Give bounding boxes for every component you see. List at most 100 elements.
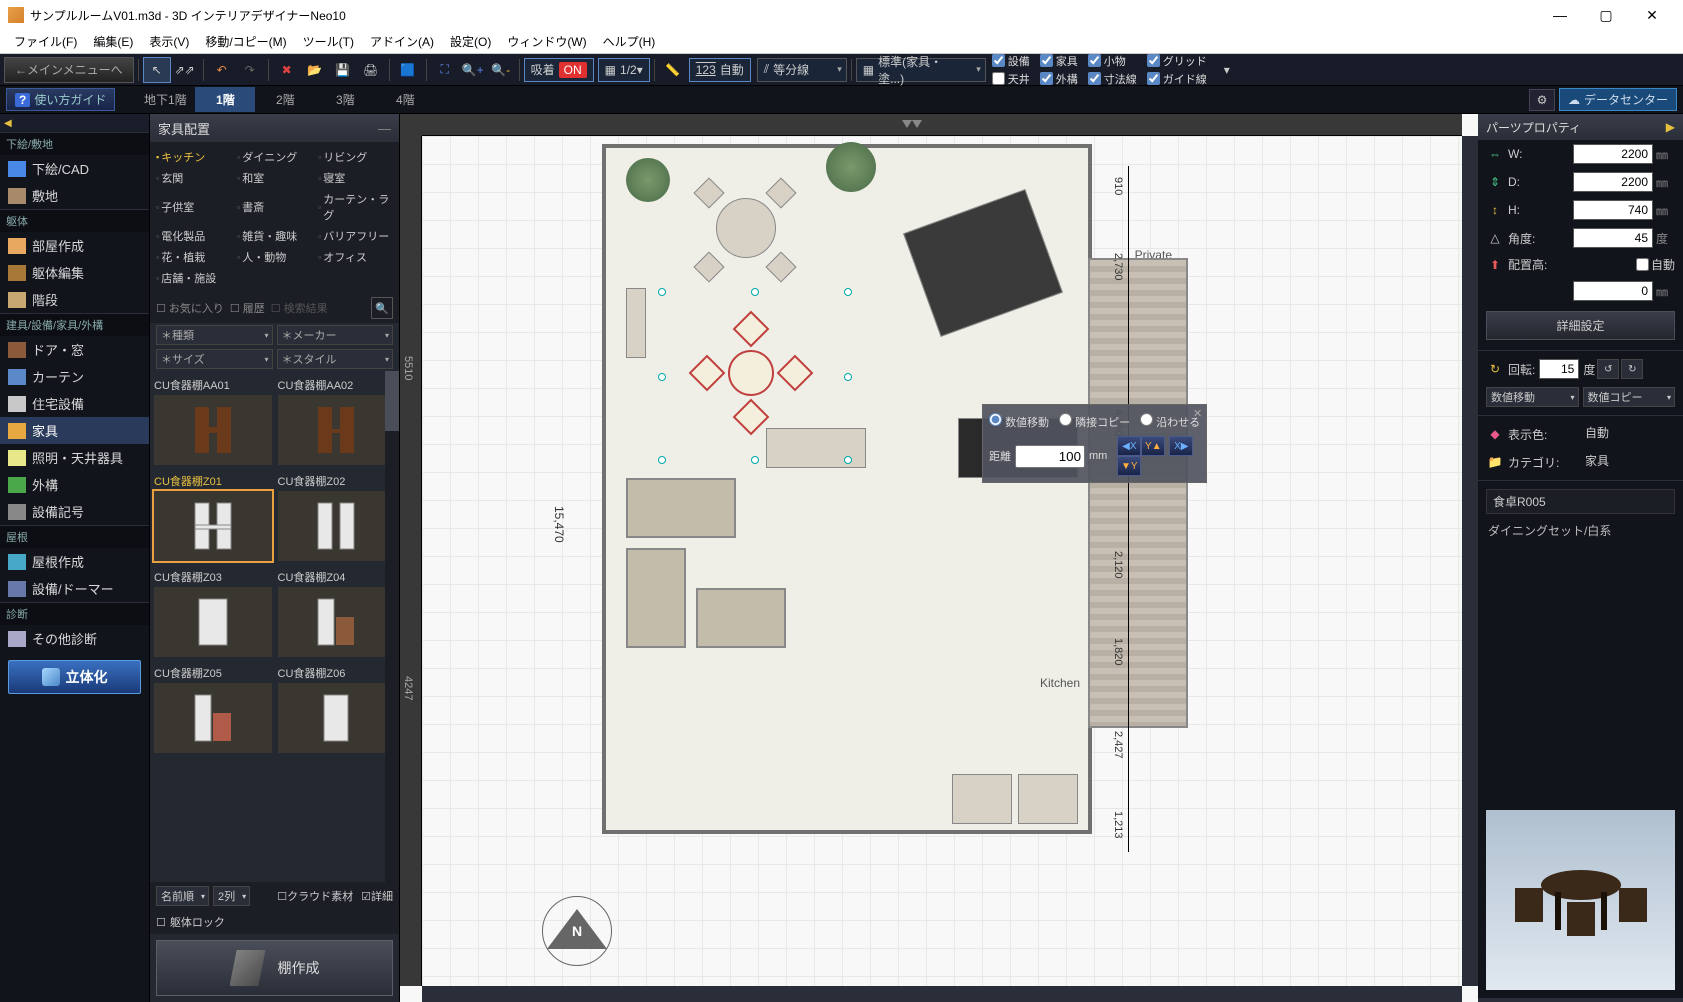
chk-grid[interactable]: グリッド	[1147, 53, 1207, 69]
nav-item-stairs[interactable]: 階段	[0, 286, 149, 313]
prop-angle-input[interactable]	[1573, 228, 1653, 248]
nav-item-dormer[interactable]: 設備/ドーマー	[0, 575, 149, 602]
usage-guide-button[interactable]: ?使い方ガイド	[6, 88, 115, 111]
chk-equipment[interactable]: 設備	[992, 53, 1030, 69]
open-button[interactable]: 📂	[301, 57, 329, 83]
sofa[interactable]	[626, 478, 736, 538]
subcat-entrance[interactable]: 玄関	[154, 169, 233, 187]
part-3d-preview[interactable]	[1486, 810, 1675, 990]
grid-fraction-selector[interactable]: ▦ 1/2 ▾	[598, 58, 650, 82]
select-tool-button[interactable]: ↖	[143, 57, 171, 83]
canvas-scrollbar-horizontal[interactable]	[422, 986, 1462, 1002]
selected-dining-set[interactable]	[696, 318, 806, 428]
detail-settings-button[interactable]: 詳細設定	[1486, 311, 1675, 340]
category-dropdown[interactable]: 家具	[1585, 452, 1675, 472]
subcat-childroom[interactable]: 子供室	[154, 190, 233, 224]
chair[interactable]	[693, 251, 724, 282]
subcat-plants[interactable]: 花・植栽	[154, 248, 233, 266]
subcat-kitchen[interactable]: キッチン	[154, 148, 233, 166]
subcat-hobby[interactable]: 雑貨・趣味	[235, 227, 314, 245]
floor-tab-b1[interactable]: 地下1階	[135, 87, 195, 112]
window-close-button[interactable]: ✕	[1629, 0, 1675, 30]
popup-opt-align[interactable]: 沿わせる	[1140, 413, 1200, 430]
catalog-item[interactable]: CU食器棚AA02	[278, 375, 396, 465]
shelf-unit[interactable]	[626, 288, 646, 358]
floor-tab-4f[interactable]: 4階	[375, 87, 435, 112]
nav-item-structure-edit[interactable]: 躯体編集	[0, 259, 149, 286]
subcat-people[interactable]: 人・動物	[235, 248, 314, 266]
floor-plan[interactable]: Private Kitchen W.C. W.C.	[602, 144, 1092, 834]
nav-item-cad[interactable]: 下絵/CAD	[0, 155, 149, 182]
preview-scrollbar[interactable]	[1478, 998, 1683, 1002]
arrow-y-up[interactable]: Y▲	[1141, 436, 1165, 456]
wc-room[interactable]	[952, 774, 1012, 824]
catalog-item[interactable]: CU食器棚AA01	[154, 375, 272, 465]
floor-tab-3f[interactable]: 3階	[315, 87, 375, 112]
catalog-item[interactable]: CU食器棚Z06	[278, 663, 396, 753]
menu-addin[interactable]: アドイン(A)	[362, 31, 442, 52]
multi-select-tool-button[interactable]: ⇗⇗	[171, 57, 199, 83]
filter-favorites[interactable]: お気に入り	[156, 300, 224, 316]
filter-size-dropdown[interactable]: ＊サイズ	[156, 349, 273, 369]
filter-history[interactable]: 履歴	[230, 300, 265, 316]
data-center-button[interactable]: ☁ データセンター	[1559, 88, 1677, 111]
catalog-item[interactable]: CU食器棚Z03	[154, 567, 272, 657]
prop-height-input[interactable]	[1573, 200, 1653, 220]
sofa[interactable]	[696, 588, 786, 648]
catalog-item[interactable]: CU食器棚Z04	[278, 567, 396, 657]
display-color-dropdown[interactable]: 自動	[1585, 424, 1675, 444]
wc-room[interactable]	[1018, 774, 1078, 824]
floor-tab-1f[interactable]: 1階	[195, 87, 255, 112]
selection-handle[interactable]	[844, 373, 852, 381]
chk-ceiling[interactable]: 天井	[992, 71, 1030, 87]
nav-item-symbols[interactable]: 設備記号	[0, 498, 149, 525]
selection-handle[interactable]	[658, 456, 666, 464]
rotate-ccw-button[interactable]: ↺	[1597, 359, 1619, 379]
plant[interactable]	[626, 158, 670, 202]
catalog-scrollbar[interactable]	[385, 371, 399, 882]
subcat-office[interactable]: オフィス	[316, 248, 395, 266]
subcat-living[interactable]: リビング	[316, 148, 395, 166]
rotate-cw-button[interactable]: ↻	[1621, 359, 1643, 379]
sofa[interactable]	[626, 548, 686, 648]
sort-order-dropdown[interactable]: 名前順	[156, 886, 209, 906]
main-menu-back-button[interactable]: ← メインメニューへ	[4, 57, 134, 83]
delete-button[interactable]: ✖	[273, 57, 301, 83]
canvas-scrollbar-vertical[interactable]	[1462, 136, 1478, 986]
ruler-horizontal[interactable]	[422, 114, 1462, 136]
nav-item-doors-windows[interactable]: ドア・窓	[0, 336, 149, 363]
filter-style-dropdown[interactable]: ＊スタイル	[277, 349, 394, 369]
nav-item-equipment[interactable]: 住宅設備	[0, 390, 149, 417]
selection-handle[interactable]	[844, 456, 852, 464]
auto-dimension-toggle[interactable]: 123 自動	[689, 58, 751, 82]
left-panel-collapse-button[interactable]: ◀	[0, 114, 149, 132]
nav-item-lighting[interactable]: 照明・天井器具	[0, 444, 149, 471]
numeric-move-dropdown[interactable]: 数値移動	[1486, 387, 1579, 407]
catalog-item[interactable]: CU食器棚Z05	[154, 663, 272, 753]
nav-item-room-create[interactable]: 部屋作成	[0, 232, 149, 259]
catalog-item[interactable]: CU食器棚Z01	[154, 471, 272, 561]
menu-settings[interactable]: 設定(O)	[442, 31, 499, 52]
selection-handle[interactable]	[844, 288, 852, 296]
zoom-fit-button[interactable]: ⛶	[431, 57, 459, 83]
window-minimize-button[interactable]: —	[1537, 0, 1583, 30]
structure-lock-checkbox[interactable]: 躯体ロック	[150, 910, 399, 934]
subcat-shop[interactable]: 店舗・施設	[154, 269, 233, 287]
chair[interactable]	[693, 177, 724, 208]
make-3d-button[interactable]: 立体化	[8, 660, 141, 694]
popup-close-button[interactable]: ✕	[1193, 407, 1202, 420]
chk-small-items[interactable]: 小物	[1088, 53, 1137, 69]
nav-item-exterior[interactable]: 外構	[0, 471, 149, 498]
zoom-out-button[interactable]: 🔍-	[487, 57, 515, 83]
part-name-field[interactable]: 食卓R005	[1486, 489, 1675, 514]
subcat-appliance[interactable]: 電化製品	[154, 227, 233, 245]
wood-deck[interactable]	[1088, 258, 1188, 728]
arrow-y-down[interactable]: ▼Y	[1117, 456, 1141, 476]
redo-button[interactable]: ↷	[236, 57, 264, 83]
save-button[interactable]: 💾	[329, 57, 357, 83]
search-button[interactable]: 🔍	[371, 297, 393, 319]
selection-handle[interactable]	[658, 373, 666, 381]
undo-button[interactable]: ↶	[208, 57, 236, 83]
toolbar-overflow-button[interactable]: ▾	[1213, 57, 1241, 83]
measure-tool-button[interactable]: 📏	[659, 57, 687, 83]
